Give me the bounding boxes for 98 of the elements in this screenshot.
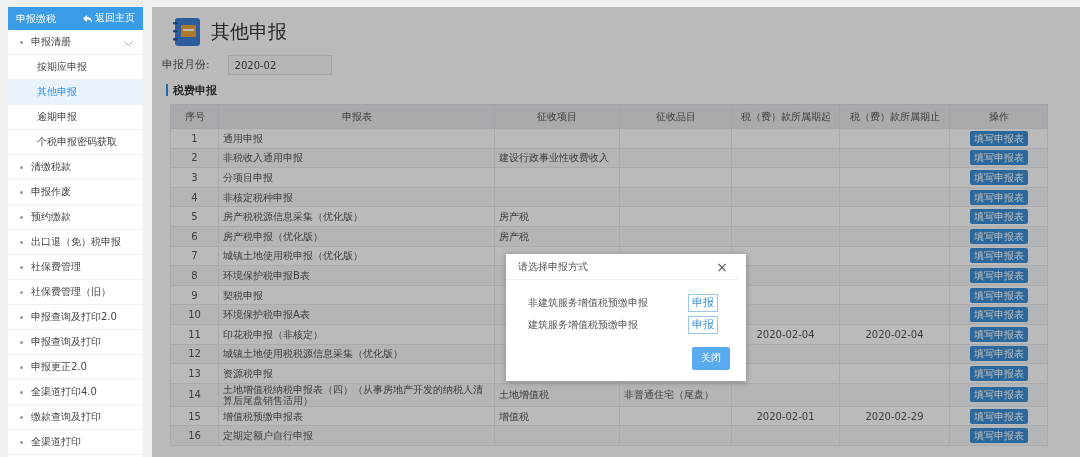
back-home-link[interactable]: 返回主页 [83,12,135,25]
bullet-icon [20,240,23,244]
fill-form-button[interactable]: 填写申报表 [969,408,1028,424]
sidebar-item[interactable]: 申报查询及打印 [8,330,143,355]
column-header: 征收品目 [619,104,732,129]
table-cell: 10 [170,304,219,325]
table-cell: 3 [170,167,219,188]
column-header: 序号 [170,104,219,129]
fill-form-button[interactable]: 填写申报表 [969,326,1028,342]
table-cell: 土地增值税纳税申报表（四）（从事房地产开发的纳税人清算后尾盘销售适用） [218,383,495,407]
column-header: 申报表 [218,104,495,129]
sidebar-item[interactable]: 社保费管理（旧） [8,280,143,305]
table-cell: 增值税预缴申报表 [218,406,495,426]
table-cell: 通用申报 [218,128,495,149]
bullet-icon [20,165,23,169]
table-cell: 2 [170,148,219,168]
bullet-icon [20,365,23,369]
table-cell: 非普通住宅（尾盘） [619,383,732,407]
table-cell: 1 [170,128,219,149]
section-title: 税费申报 [166,84,1080,96]
fill-form-button[interactable]: 填写申报表 [969,248,1028,264]
bullet-icon [20,40,23,44]
sidebar-item[interactable]: 申报查询及打印2.0 [8,305,143,330]
table-cell: 7 [170,246,219,266]
table-cell: 6 [170,226,219,247]
fill-form-button[interactable]: 填写申报表 [969,209,1028,225]
table-cell: 12 [170,344,219,364]
bullet-icon [20,215,23,219]
sidebar-item[interactable]: 出口退（免）税申报 [8,230,143,255]
fill-form-button[interactable]: 填写申报表 [969,287,1028,303]
fill-form-button[interactable]: 填写申报表 [969,346,1028,362]
fill-form-button[interactable]: 填写申报表 [969,365,1028,381]
sidebar-item[interactable]: 清缴税款 [8,155,143,180]
column-header: 征收项目 [494,104,620,129]
table-cell: 11 [170,324,219,345]
bullet-icon [20,415,23,419]
dialog-title: 请选择申报方式 [518,260,588,274]
table-cell: 5 [170,206,219,227]
sidebar-item[interactable]: 预约缴款 [8,205,143,230]
bullet-icon [20,290,23,294]
sidebar-item[interactable]: 申报清册 [8,30,143,55]
table-cell: 8 [170,265,219,286]
return-arrow-icon [83,14,92,23]
table-cell: 15 [170,406,219,426]
declare-button[interactable]: 申报 [688,294,718,312]
notebook-icon [172,17,202,47]
table-cell: 分项目申报 [218,167,495,188]
sidebar-item[interactable]: 申报更正2.0 [8,355,143,380]
table-cell: 房产税税源信息采集（优化版） [218,206,495,227]
table-cell: 2020-02-04 [839,324,950,345]
table-cell: 4 [170,187,219,207]
table-cell: 14 [170,383,219,407]
table-cell: 契税申报 [218,285,495,305]
sidebar-item[interactable]: 全渠道打印4.0 [8,380,143,405]
table-cell: 2020-02-29 [839,406,950,426]
sidebar-item[interactable]: 全渠道打印 [8,430,143,455]
table-cell: 13 [170,363,219,384]
fill-form-button[interactable]: 填写申报表 [969,130,1028,146]
sidebar-subitem[interactable]: 其他申报 [8,80,143,105]
fill-form-button[interactable]: 填写申报表 [969,267,1028,283]
table-cell: 16 [170,425,219,446]
option-label: 非建筑服务增值税预缴申报 [528,296,648,310]
month-label: 申报月份: [162,58,210,72]
declare-button[interactable]: 申报 [688,316,718,334]
sidebar-item[interactable]: 缴款查询及打印 [8,405,143,430]
option-label: 建筑服务增值税预缴申报 [528,318,638,332]
table-cell: 资源税申报 [218,363,495,384]
bullet-icon [20,315,23,319]
column-header: 税（费）款所属期止 [839,104,950,129]
page-title: 其他申报 [211,19,287,44]
sidebar-subitem[interactable]: 个税申报密码获取 [8,130,143,155]
bullet-icon [20,390,23,394]
fill-form-button[interactable]: 填写申报表 [969,189,1028,205]
fill-form-button[interactable]: 填写申报表 [969,228,1028,244]
month-field[interactable]: 2020-02 [227,55,332,75]
column-header: 税（费）款所属期起 [731,104,840,129]
table-cell: 城镇土地使用税申报（优化版） [218,246,495,266]
sidebar-subitem[interactable]: 逾期申报 [8,105,143,130]
sidebar-item[interactable]: 社保费管理 [8,255,143,280]
fill-form-button[interactable]: 填写申报表 [969,387,1028,403]
column-header: 操作 [949,104,1048,129]
fill-form-button[interactable]: 填写申报表 [969,150,1028,166]
bullet-icon [20,190,23,194]
sidebar-title: 申报缴税 [16,11,56,26]
close-button[interactable]: 关闭 [692,347,730,370]
sidebar-item[interactable]: 申报作废 [8,180,143,205]
table-cell: 9 [170,285,219,305]
fill-form-button[interactable]: 填写申报表 [969,428,1028,444]
bullet-icon [20,340,23,344]
bullet-icon [20,440,23,444]
table-cell: 印花税申报（非核定） [218,324,495,345]
table-cell: 房产税 [494,206,620,227]
fill-form-button[interactable]: 填写申报表 [969,170,1028,185]
fill-form-button[interactable]: 填写申报表 [969,307,1028,323]
bullet-icon [20,265,23,269]
table-cell: 2020-02-01 [731,406,840,426]
table-cell: 增值税 [494,406,620,426]
table-cell: 土地增值税 [494,383,620,407]
